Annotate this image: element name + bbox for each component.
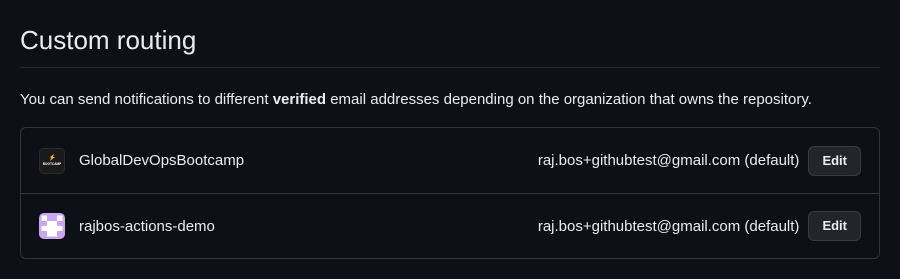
notification-email: raj.bos+githubtest@gmail.com (default) — [537, 152, 800, 169]
avatar-logo-text: BOOTCAMP — [43, 162, 62, 166]
description-text-after: email addresses depending on the organiz… — [326, 91, 812, 108]
edit-routing-button[interactable]: Edit — [808, 145, 861, 176]
organization-routing-list: BOOTCAMP GlobalDevOpsBootcamp raj.bos+gi… — [20, 127, 880, 259]
identicon-icon — [39, 213, 65, 239]
org-name: rajbos-actions-demo — [79, 217, 215, 235]
description-text-before: You can send notifications to different — [20, 91, 273, 108]
description-text-bold: verified — [272, 91, 327, 108]
section-title: Custom routing — [20, 25, 197, 55]
bootcamp-logo-icon: BOOTCAMP — [39, 147, 65, 174]
edit-routing-button[interactable]: Edit — [808, 211, 861, 241]
section-divider — [20, 67, 880, 68]
custom-routing-page: Custom routing You can send notification… — [0, 0, 900, 279]
org-routing-row: BOOTCAMP GlobalDevOpsBootcamp raj.bos+gi… — [21, 128, 879, 193]
org-routing-row: rajbos-actions-demo raj.bos+githubtest@g… — [21, 193, 879, 258]
notification-email: raj.bos+githubtest@gmail.com (default) — [537, 217, 800, 235]
section-description: You can send notifications to different … — [20, 90, 812, 110]
org-name: GlobalDevOpsBootcamp — [79, 152, 245, 169]
